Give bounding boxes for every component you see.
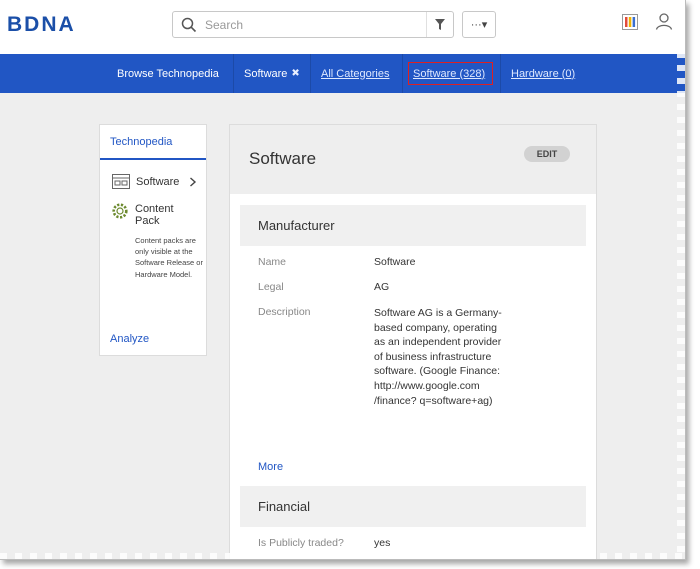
gear-icon xyxy=(112,203,128,219)
top-header: BDNA ···▾ xyxy=(0,0,685,54)
nav-divider xyxy=(233,54,234,93)
field-value-name: Software xyxy=(374,256,416,268)
manufacturer-section-title: Manufacturer xyxy=(258,218,335,233)
software-window-icon xyxy=(112,174,130,189)
financial-section-header: Financial xyxy=(240,486,586,527)
more-options-label: ···▾ xyxy=(470,19,488,31)
software-highlight-box xyxy=(408,62,493,85)
nav-divider xyxy=(402,54,403,93)
filter-icon xyxy=(435,19,445,30)
screenshot-frame: BDNA ···▾ xyxy=(0,0,686,560)
content-pack-label: Content Pack xyxy=(135,203,174,227)
field-label-description: Description xyxy=(258,306,311,318)
nav-hardware-link[interactable]: Hardware (0) xyxy=(511,54,575,93)
field-value-publicly-traded: yes xyxy=(374,537,391,549)
torn-edge-right xyxy=(677,0,685,559)
tab-technopedia-label: Technopedia xyxy=(110,135,173,148)
financial-section-title: Financial xyxy=(258,499,311,514)
torn-edge-bottom xyxy=(0,553,685,559)
search-input[interactable] xyxy=(205,15,415,35)
filter-chip-software[interactable]: Software ✖ xyxy=(244,54,300,93)
nav-hardware-label: Hardware (0) xyxy=(511,67,576,80)
card-header: Software EDIT xyxy=(230,125,596,194)
filter-chip-label: Software xyxy=(244,67,288,80)
search-box[interactable] xyxy=(172,11,454,38)
nav-divider xyxy=(310,54,311,93)
nav-browse-label: Browse Technopedia xyxy=(117,67,219,80)
logo-text: BDNA xyxy=(7,13,76,36)
more-link[interactable]: More xyxy=(258,461,283,473)
bdna-logo[interactable]: BDNA xyxy=(7,13,76,37)
edit-button[interactable]: EDIT xyxy=(524,146,570,162)
nav-all-categories-link[interactable]: All Categories xyxy=(321,54,389,93)
page-title: Software xyxy=(249,149,317,168)
apps-grid-icon[interactable] xyxy=(622,14,638,30)
content-pack-note: Content packs are only visible at the So… xyxy=(135,236,203,279)
category-nav-bar: Browse Technopedia Software ✖ All Catego… xyxy=(0,54,685,93)
more-options-button[interactable]: ···▾ xyxy=(462,11,496,38)
chevron-right-icon xyxy=(190,176,197,187)
field-label-name: Name xyxy=(258,256,287,268)
remove-filter-icon[interactable]: ✖ xyxy=(291,68,299,79)
search-icon xyxy=(181,17,197,33)
field-value-legal: AG xyxy=(374,281,390,293)
nav-browse-technopedia[interactable]: Browse Technopedia xyxy=(117,54,219,93)
tab-technopedia[interactable]: Technopedia xyxy=(100,125,206,160)
software-detail-card: Software EDIT Manufacturer Name Software… xyxy=(229,124,597,559)
sidebar-item-software[interactable]: Software xyxy=(112,174,197,189)
field-label-publicly-traded: Is Publicly traded? xyxy=(258,537,344,549)
user-icon[interactable] xyxy=(655,12,673,30)
nav-divider xyxy=(500,54,501,93)
manufacturer-section-header: Manufacturer xyxy=(240,205,586,246)
left-panel: Technopedia Software Content Pack Conten… xyxy=(99,124,207,356)
filter-button[interactable] xyxy=(426,12,453,37)
field-value-description: Software AG is a Germany-based company, … xyxy=(374,307,502,407)
sidebar-item-software-label: Software xyxy=(136,175,180,188)
field-label-legal: Legal xyxy=(258,281,284,293)
analyze-link[interactable]: Analyze xyxy=(110,333,149,345)
nav-all-categories-label: All Categories xyxy=(321,67,390,80)
